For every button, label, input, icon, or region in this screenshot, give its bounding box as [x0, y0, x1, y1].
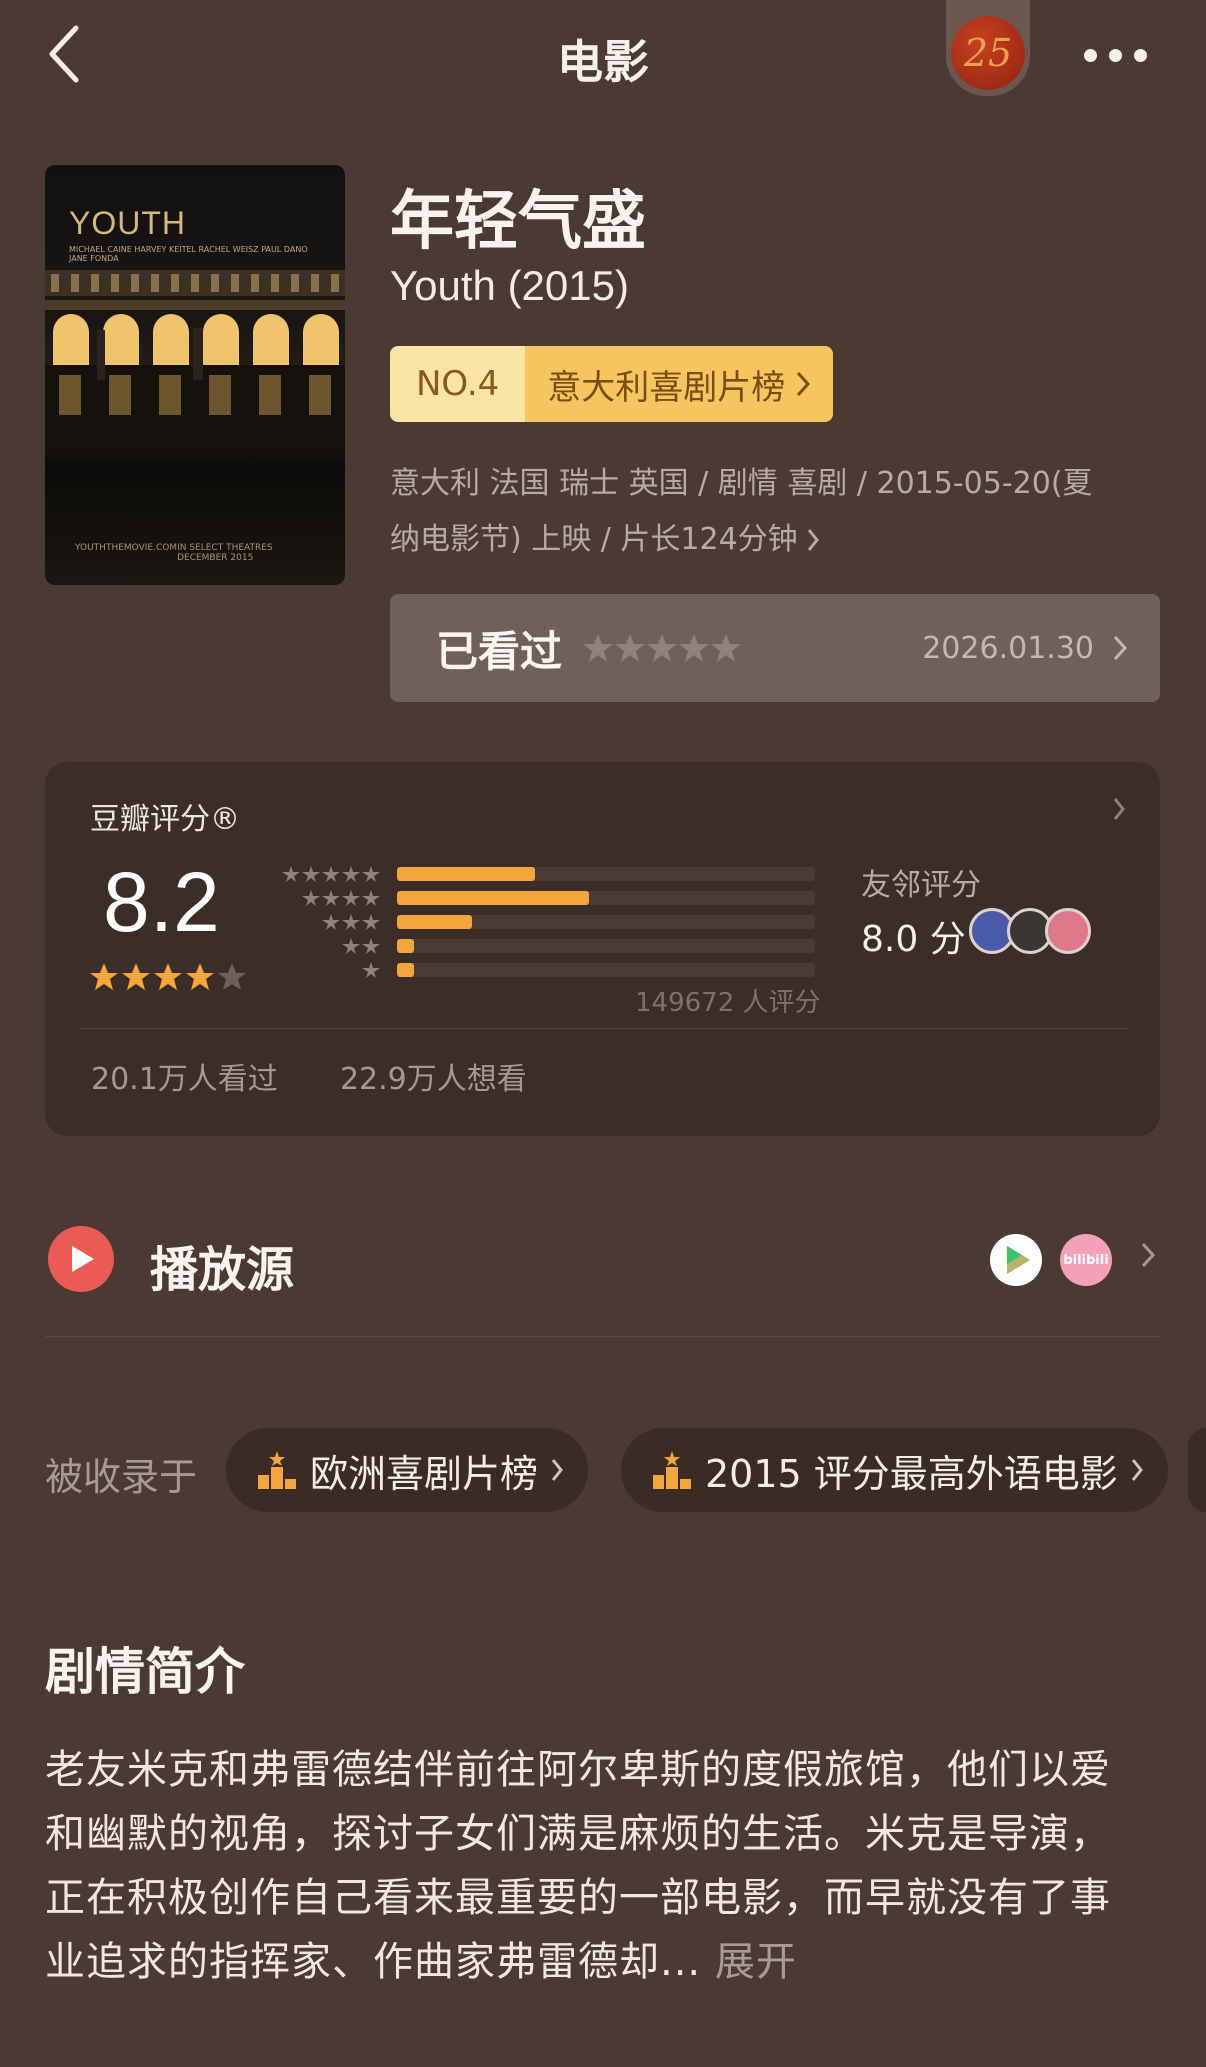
rating-row-4 — [281, 886, 815, 910]
watched-bar[interactable]: 已看过 2026.01.30 — [390, 594, 1160, 702]
rating-stats: 20.1万人看过 22.9万人想看 — [91, 1054, 527, 1098]
play-source-label[interactable]: 播放源 — [150, 1230, 294, 1300]
watched-date: 2026.01.30 — [922, 630, 1094, 666]
poster-image — [45, 270, 345, 455]
wish-count: 22.9万人想看 — [339, 1062, 527, 1097]
play-icon[interactable] — [48, 1226, 114, 1292]
mini-stars-1 — [281, 961, 383, 979]
ranking-podium-icon — [258, 1451, 296, 1489]
rating-bar-3 — [397, 915, 815, 929]
rating-bar-fill-2 — [397, 939, 414, 953]
watched-count: 20.1万人看过 — [91, 1062, 278, 1097]
movie-meta-line-1[interactable]: 意大利 法国 瑞士 英国 / 剧情 喜剧 / 2015-05-20(夏 — [390, 456, 1170, 512]
rating-row-2 — [281, 934, 815, 958]
rating-row-3 — [281, 910, 815, 934]
rank-number: NO.4 — [390, 346, 526, 422]
movie-original-title: Youth (2015) — [390, 262, 629, 309]
rating-count: 149672 人评分 — [635, 988, 821, 1018]
chevron-right-icon[interactable] — [1140, 1240, 1156, 1270]
poster-cast: MICHAEL CAINE HARVEY KEITEL RACHEL WEISZ… — [69, 245, 308, 263]
watched-label: 已看过 — [436, 626, 563, 676]
rating-bar-2 — [397, 939, 815, 953]
friend-avatars[interactable] — [969, 908, 1091, 954]
rating-row-1 — [281, 958, 815, 982]
movie-title: 年轻气盛 — [390, 185, 646, 259]
mini-stars-3 — [281, 913, 383, 931]
ranking-podium-icon — [653, 1451, 691, 1489]
friend-rating-score: 8.0 分 — [861, 919, 966, 960]
expand-link[interactable]: 展开 — [715, 1939, 797, 1985]
chevron-right-icon — [551, 1459, 563, 1481]
poster-title: YOUTH — [69, 205, 186, 241]
synopsis-text: 老友米克和弗雷德结伴前往阿尔卑斯的度假旅馆，他们以爱和幽默的视角，探讨子女们满是… — [45, 1738, 1135, 1994]
more-icon[interactable] — [1080, 38, 1150, 72]
rating-bar-fill-4 — [397, 891, 590, 905]
rating-bar-1 — [397, 963, 815, 977]
chevron-right-icon — [797, 371, 811, 397]
poster-footer-left: YOUTHTHEMOVIE.COM — [75, 543, 178, 553]
mini-stars-5 — [281, 865, 383, 883]
star-icon — [90, 963, 246, 990]
chevron-right-icon — [1113, 635, 1128, 661]
star-icon — [583, 634, 742, 662]
divider — [81, 1028, 1128, 1029]
poster-footer-right: IN SELECT THEATRES DECEMBER 2015 — [177, 543, 273, 563]
rating-distribution — [281, 862, 815, 982]
collection-chip[interactable]: 2015 评分最高外语电影 — [621, 1428, 1168, 1512]
rank-chip[interactable]: NO.4 意大利喜剧片榜 — [390, 346, 834, 422]
mini-stars-2 — [281, 937, 383, 955]
chevron-right-icon — [807, 529, 819, 551]
collection-chip[interactable]: 欧洲喜剧片榜 — [226, 1428, 589, 1512]
rating-bar-fill-5 — [397, 867, 535, 881]
rank-list-name: 意大利喜剧片榜 — [547, 367, 786, 408]
chevron-right-icon — [1131, 1459, 1143, 1481]
movie-meta-line-2[interactable]: 纳电影节) 上映 / 片长124分钟 — [390, 512, 1170, 568]
year-badge[interactable]: 25 — [946, 0, 1030, 96]
bilibili-icon[interactable]: bilibili — [1060, 1234, 1112, 1286]
rating-bar-fill-3 — [397, 915, 473, 929]
rating-source-title: 豆瓣评分® — [90, 802, 240, 837]
year-badge-label: 25 — [951, 16, 1025, 90]
tencent-video-icon[interactable] — [990, 1234, 1042, 1286]
collection-chip-partial[interactable] — [1188, 1428, 1206, 1512]
rating-bar-4 — [397, 891, 815, 905]
movie-meta-text: 纳电影节) 上映 / 片长124分钟 — [390, 522, 798, 557]
avatar — [1045, 908, 1091, 954]
collections-label: 被收录于 — [45, 1455, 198, 1499]
my-rating-stars[interactable] — [582, 632, 742, 664]
synopsis-title: 剧情简介 — [45, 1643, 245, 1701]
rating-card[interactable]: 豆瓣评分® 8.2 149672 人评分 友邻评分 8.0 分 20.1万人看过… — [45, 762, 1160, 1136]
friend-rating-label: 友邻评分 — [861, 868, 981, 903]
synopsis-body: 老友米克和弗雷德结伴前往阿尔卑斯的度假旅馆，他们以爱和幽默的视角，探讨子女们满是… — [45, 1747, 1111, 1985]
rating-bar-5 — [397, 867, 815, 881]
rating-row-5 — [281, 862, 815, 886]
rating-bar-fill-1 — [397, 963, 414, 977]
divider — [45, 1336, 1161, 1337]
chevron-right-icon[interactable] — [1112, 796, 1126, 822]
movie-poster[interactable]: YOUTH MICHAEL CAINE HARVEY KEITEL RACHEL… — [45, 165, 345, 585]
collection-name: 欧洲喜剧片榜 — [310, 1451, 539, 1496]
mini-stars-4 — [281, 889, 383, 907]
rating-stars — [89, 962, 249, 992]
collection-name: 2015 评分最高外语电影 — [705, 1451, 1118, 1496]
rating-score: 8.2 — [103, 855, 220, 949]
